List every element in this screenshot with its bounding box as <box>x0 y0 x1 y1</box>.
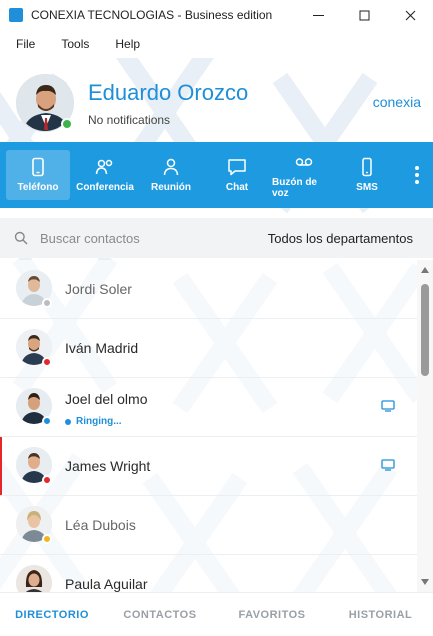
contact-row[interactable]: Paula Aguilar <box>0 555 417 592</box>
ringing-dot-icon <box>65 418 71 425</box>
presence-indicator <box>42 298 52 308</box>
presence-indicator <box>42 534 52 544</box>
menu-tools[interactable]: Tools <box>53 37 97 51</box>
window-title: CONEXIA TECNOLOGIAS - Business edition <box>31 8 273 22</box>
menu-help[interactable]: Help <box>107 37 148 51</box>
department-filter[interactable]: Todos los departamentos <box>268 231 413 246</box>
presence-indicator <box>42 475 52 485</box>
search-icon <box>14 231 28 245</box>
person-icon <box>163 158 179 176</box>
call-status-label: Ringing... <box>76 416 122 427</box>
menu-bar: File Tools Help <box>0 30 433 58</box>
contact-avatar <box>16 565 52 592</box>
close-button[interactable] <box>387 0 433 30</box>
voicemail-icon <box>295 157 313 166</box>
minimize-button[interactable] <box>295 0 341 30</box>
maximize-icon <box>359 10 369 20</box>
action-toolbar: Teléfono Conferencia Reunión Chat Buzón … <box>0 142 433 208</box>
toolbar-phone-button[interactable]: Teléfono <box>6 150 70 200</box>
contact-row[interactable]: Iván Madrid <box>0 319 417 378</box>
tab-favoritos[interactable]: FAVORITOS <box>216 609 328 621</box>
scroll-down-arrow-icon[interactable] <box>421 578 429 586</box>
more-vertical-icon <box>415 166 419 184</box>
contact-row[interactable]: James Wright <box>0 437 417 496</box>
toolbar-conference-button[interactable]: Conferencia <box>70 150 140 200</box>
toolbar-voicemail-button[interactable]: Buzón de voz <box>272 150 336 200</box>
contact-name: Joel del olmo <box>65 391 148 407</box>
conference-icon <box>95 159 113 175</box>
contact-row[interactable]: Jordi Soler <box>0 260 417 319</box>
toolbar-chat-button[interactable]: Chat <box>202 150 272 200</box>
chat-icon <box>228 159 246 176</box>
presence-indicator <box>61 118 73 130</box>
phone-icon <box>32 157 44 177</box>
toolbar-meeting-button[interactable]: Reunión <box>140 150 202 200</box>
tab-directorio[interactable]: DIRECTORIO <box>0 609 104 621</box>
tab-contactos[interactable]: CONTACTOS <box>104 609 216 621</box>
close-icon <box>405 10 415 20</box>
minimize-icon <box>312 14 324 16</box>
search-input[interactable] <box>40 230 240 246</box>
contact-name: James Wright <box>65 458 151 474</box>
profile-name: Eduardo Orozco <box>88 80 249 105</box>
tab-historial[interactable]: HISTORIAL <box>328 609 433 621</box>
presence-indicator <box>42 357 52 367</box>
toolbar-sms-button[interactable]: SMS <box>336 150 398 200</box>
contact-row[interactable]: Joel del olmo Ringing... <box>0 378 417 437</box>
contact-list-scrollbar[interactable] <box>417 260 433 592</box>
toolbar-sms-label: SMS <box>356 182 378 193</box>
screen-share-icon[interactable] <box>381 459 395 471</box>
presence-indicator <box>42 416 52 426</box>
more-options-button[interactable] <box>405 150 429 200</box>
contact-photo <box>16 565 52 592</box>
screen-share-icon[interactable] <box>381 400 395 412</box>
profile-header: Eduardo Orozco No notifications conexia <box>0 58 433 142</box>
scroll-up-arrow-icon[interactable] <box>421 266 429 274</box>
contact-list: Jordi Soler Iván Madrid Joel del olmo Ri… <box>0 260 417 592</box>
contact-name: Paula Aguilar <box>65 576 148 592</box>
toolbar-chat-label: Chat <box>225 182 249 193</box>
maximize-button[interactable] <box>341 0 387 30</box>
menu-file[interactable]: File <box>8 37 43 51</box>
notification-status[interactable]: No notifications <box>88 113 170 127</box>
mobile-icon <box>362 157 372 177</box>
contact-name: Léa Dubois <box>65 517 136 533</box>
toolbar-conference-label: Conferencia <box>76 182 134 193</box>
title-bar: CONEXIA TECNOLOGIAS - Business edition <box>0 0 433 30</box>
contact-row[interactable]: Léa Dubois <box>0 496 417 555</box>
brand-logo: conexia <box>372 94 421 110</box>
contact-name: Jordi Soler <box>65 281 132 297</box>
toolbar-phone-label: Teléfono <box>17 182 59 193</box>
bottom-tabs: DIRECTORIO CONTACTOS FAVORITOS HISTORIAL <box>0 592 433 636</box>
toolbar-voicemail-label: Buzón de voz <box>272 176 317 199</box>
app-icon <box>9 8 23 22</box>
search-bar: Todos los departamentos <box>0 218 433 258</box>
toolbar-meeting-label: Reunión <box>151 182 191 193</box>
scrollbar-thumb[interactable] <box>421 284 429 376</box>
call-status: Ringing... <box>65 416 122 427</box>
contact-name: Iván Madrid <box>65 340 139 356</box>
